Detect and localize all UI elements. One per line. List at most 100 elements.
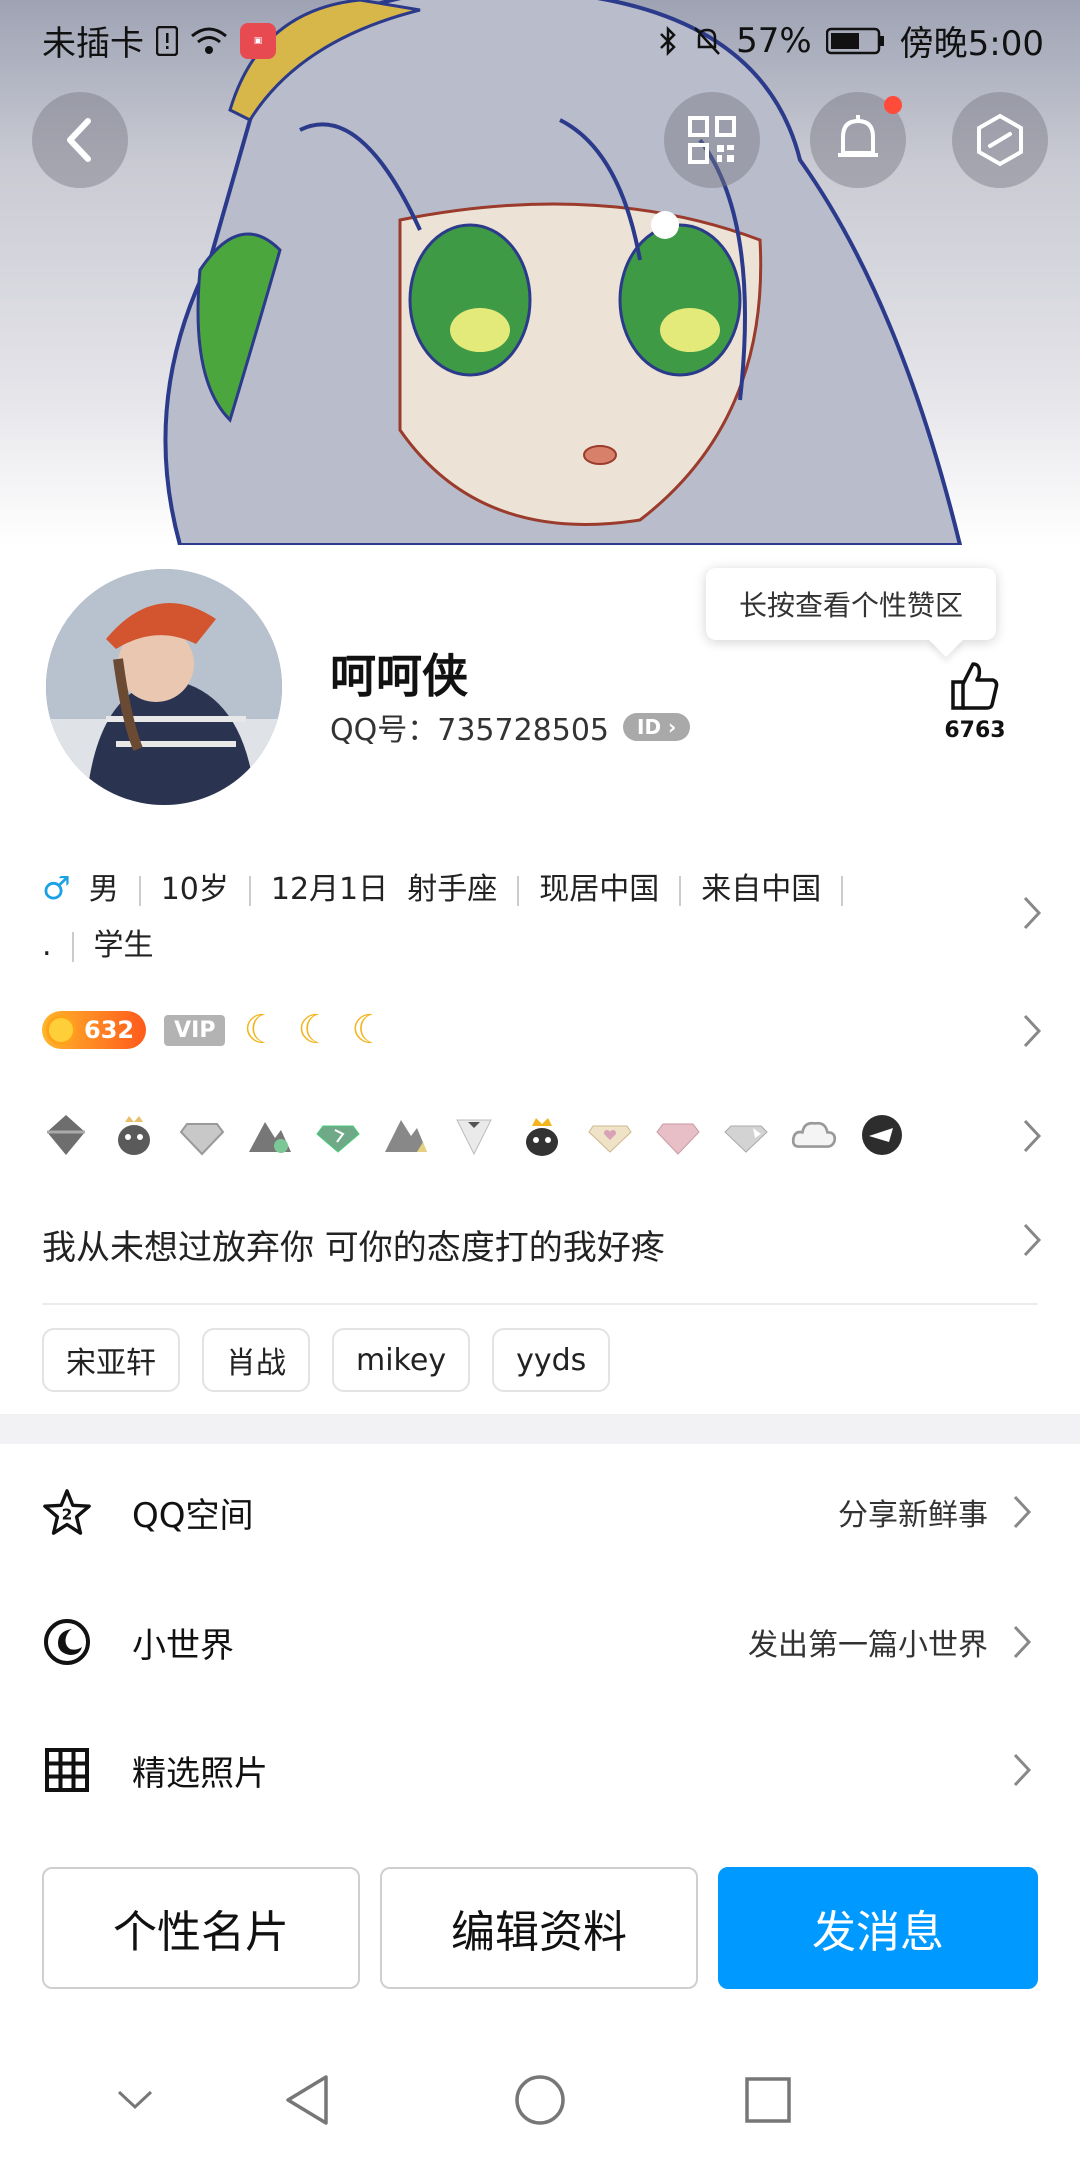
green-gem-badge-icon [314, 1111, 362, 1159]
grid-photos-icon [42, 1745, 92, 1795]
vip-badge: VIP [164, 1014, 226, 1046]
triangle-back-icon [286, 2075, 328, 2125]
chevron-right-icon [1023, 1014, 1042, 1048]
like-button[interactable]: 6763 [930, 660, 1020, 743]
sim-alert-icon [156, 25, 178, 56]
status-right: 57% 傍晚5:00 [658, 16, 1044, 65]
app-store-icon: ▣ [240, 22, 276, 59]
coin-icon [46, 1015, 76, 1045]
cover-illustration [163, 0, 963, 545]
menu-label: 精选照片 [132, 1753, 268, 1794]
zodiac: 射手座 [407, 872, 498, 907]
thumbs-up-icon [951, 662, 999, 710]
nav-recents-button[interactable] [733, 2065, 803, 2135]
nav-home-button[interactable] [505, 2065, 575, 2135]
cover-image[interactable] [0, 0, 1080, 545]
hexagon-menu-icon [977, 113, 1023, 167]
notification-dot [884, 96, 902, 114]
chevron-down-icon [117, 2090, 153, 2110]
bell-icon [838, 115, 878, 157]
separator [841, 875, 844, 906]
white-diamond-badge-icon [722, 1111, 770, 1159]
like-tooltip: 长按查看个性赞区 [706, 568, 996, 640]
status-left: 未插卡 ▣ [42, 16, 276, 65]
chevron-right-icon [1023, 896, 1042, 930]
signature-row[interactable]: 我从未想过放弃你 可你的态度打的我好疼 [42, 1220, 1042, 1269]
penguin-king-badge-icon [518, 1111, 566, 1159]
id-badge[interactable]: ID › [623, 713, 691, 741]
moon-icon: ☾ [351, 1007, 388, 1053]
cf-game-badge-icon [858, 1111, 906, 1159]
nav-hide-button[interactable] [100, 2065, 170, 2135]
battery-percent: 57% [736, 20, 812, 61]
separator [138, 875, 141, 906]
separator [679, 875, 682, 906]
mountain-badge-icon [246, 1111, 294, 1159]
back-icon [67, 118, 91, 162]
occupation: 学生 [93, 928, 154, 963]
like-count: 6763 [944, 718, 1006, 743]
menu-label: QQ空间 [132, 1495, 254, 1536]
diamond-silver-badge-icon [178, 1111, 226, 1159]
chevron-right-icon [1023, 1119, 1042, 1153]
menu-label: 小世界 [132, 1625, 234, 1666]
clock-time: 傍晚5:00 [899, 24, 1044, 64]
back-button[interactable] [32, 92, 128, 188]
chevron-right-icon [1013, 1625, 1032, 1659]
divider [42, 1303, 1038, 1305]
avatar-image [46, 569, 282, 805]
level-row[interactable]: 632 VIP ☾ ☾ ☾ [42, 1005, 1042, 1055]
section-separator [0, 1414, 1080, 1444]
pink-diamond-badge-icon [654, 1111, 702, 1159]
nav-back-button[interactable] [272, 2065, 342, 2135]
tags-row: 宋亚轩 肖战 mikey yyds [42, 1328, 1042, 1392]
interest-tag[interactable]: yyds [492, 1328, 611, 1392]
qq-number-line: QQ号：735728505 ID › [330, 705, 691, 749]
male-icon: ♂ [42, 869, 71, 907]
mountain-gray-badge-icon [382, 1111, 430, 1159]
svg-text:2: 2 [62, 1506, 73, 1524]
menu-item-qzone[interactable]: 2 QQ空间 分享新鲜事 [0, 1452, 1080, 1572]
bowtie-badge-icon [450, 1111, 498, 1159]
badges-row[interactable] [42, 1100, 1042, 1170]
menu-hint: 发出第一篇小世界 [748, 1628, 988, 1663]
small-world-icon [42, 1617, 92, 1667]
nickname: 呵呵侠 [330, 649, 468, 703]
bluetooth-icon [658, 25, 678, 57]
interest-tag[interactable]: 宋亚轩 [42, 1328, 180, 1392]
more-menu-button[interactable] [952, 92, 1048, 188]
notification-button[interactable] [810, 92, 906, 188]
gender: 男 [88, 872, 119, 907]
cloud-badge-icon [790, 1111, 838, 1159]
mute-bell-icon [692, 25, 722, 57]
qzone-star-icon: 2 [42, 1487, 92, 1537]
signature-text: 我从未想过放弃你 可你的态度打的我好疼 [42, 1228, 665, 1268]
heart-gem-badge-icon [586, 1111, 634, 1159]
qr-code-button[interactable] [664, 92, 760, 188]
penguin-crown-badge-icon [110, 1111, 158, 1159]
qq-number: QQ号：735728505 [330, 713, 610, 748]
basic-info-row[interactable]: ♂ 男 10岁 12月1日 射手座 现居中国 来自中国 . 学生 [42, 860, 1042, 974]
chevron-right-icon [1013, 1753, 1032, 1787]
menu-item-photos[interactable]: 精选照片 [0, 1710, 1080, 1830]
chevron-right-icon [1023, 1223, 1042, 1257]
status-bar: 未插卡 ▣ 57% 傍晚5:00 [0, 0, 1080, 74]
moon-icon: ☾ [243, 1007, 280, 1053]
separator [71, 931, 74, 962]
avatar[interactable] [42, 565, 286, 809]
send-message-button[interactable]: 发消息 [718, 1867, 1038, 1989]
wifi-icon [190, 26, 228, 56]
age: 10岁 [160, 872, 229, 907]
interest-tag[interactable]: 肖战 [202, 1328, 310, 1392]
menu-hint: 分享新鲜事 [838, 1498, 988, 1533]
chevron-right-icon [1013, 1495, 1032, 1529]
interest-tag[interactable]: mikey [332, 1328, 471, 1392]
square-recents-icon [745, 2077, 791, 2123]
edit-profile-button[interactable]: 编辑资料 [380, 1867, 698, 1989]
separator [248, 875, 251, 906]
separator [517, 875, 520, 906]
menu-item-small-world[interactable]: 小世界 发出第一篇小世界 [0, 1582, 1080, 1702]
residence: 现居中国 [539, 872, 660, 907]
profile-card-button[interactable]: 个性名片 [42, 1867, 360, 1989]
qr-code-icon [688, 116, 736, 164]
